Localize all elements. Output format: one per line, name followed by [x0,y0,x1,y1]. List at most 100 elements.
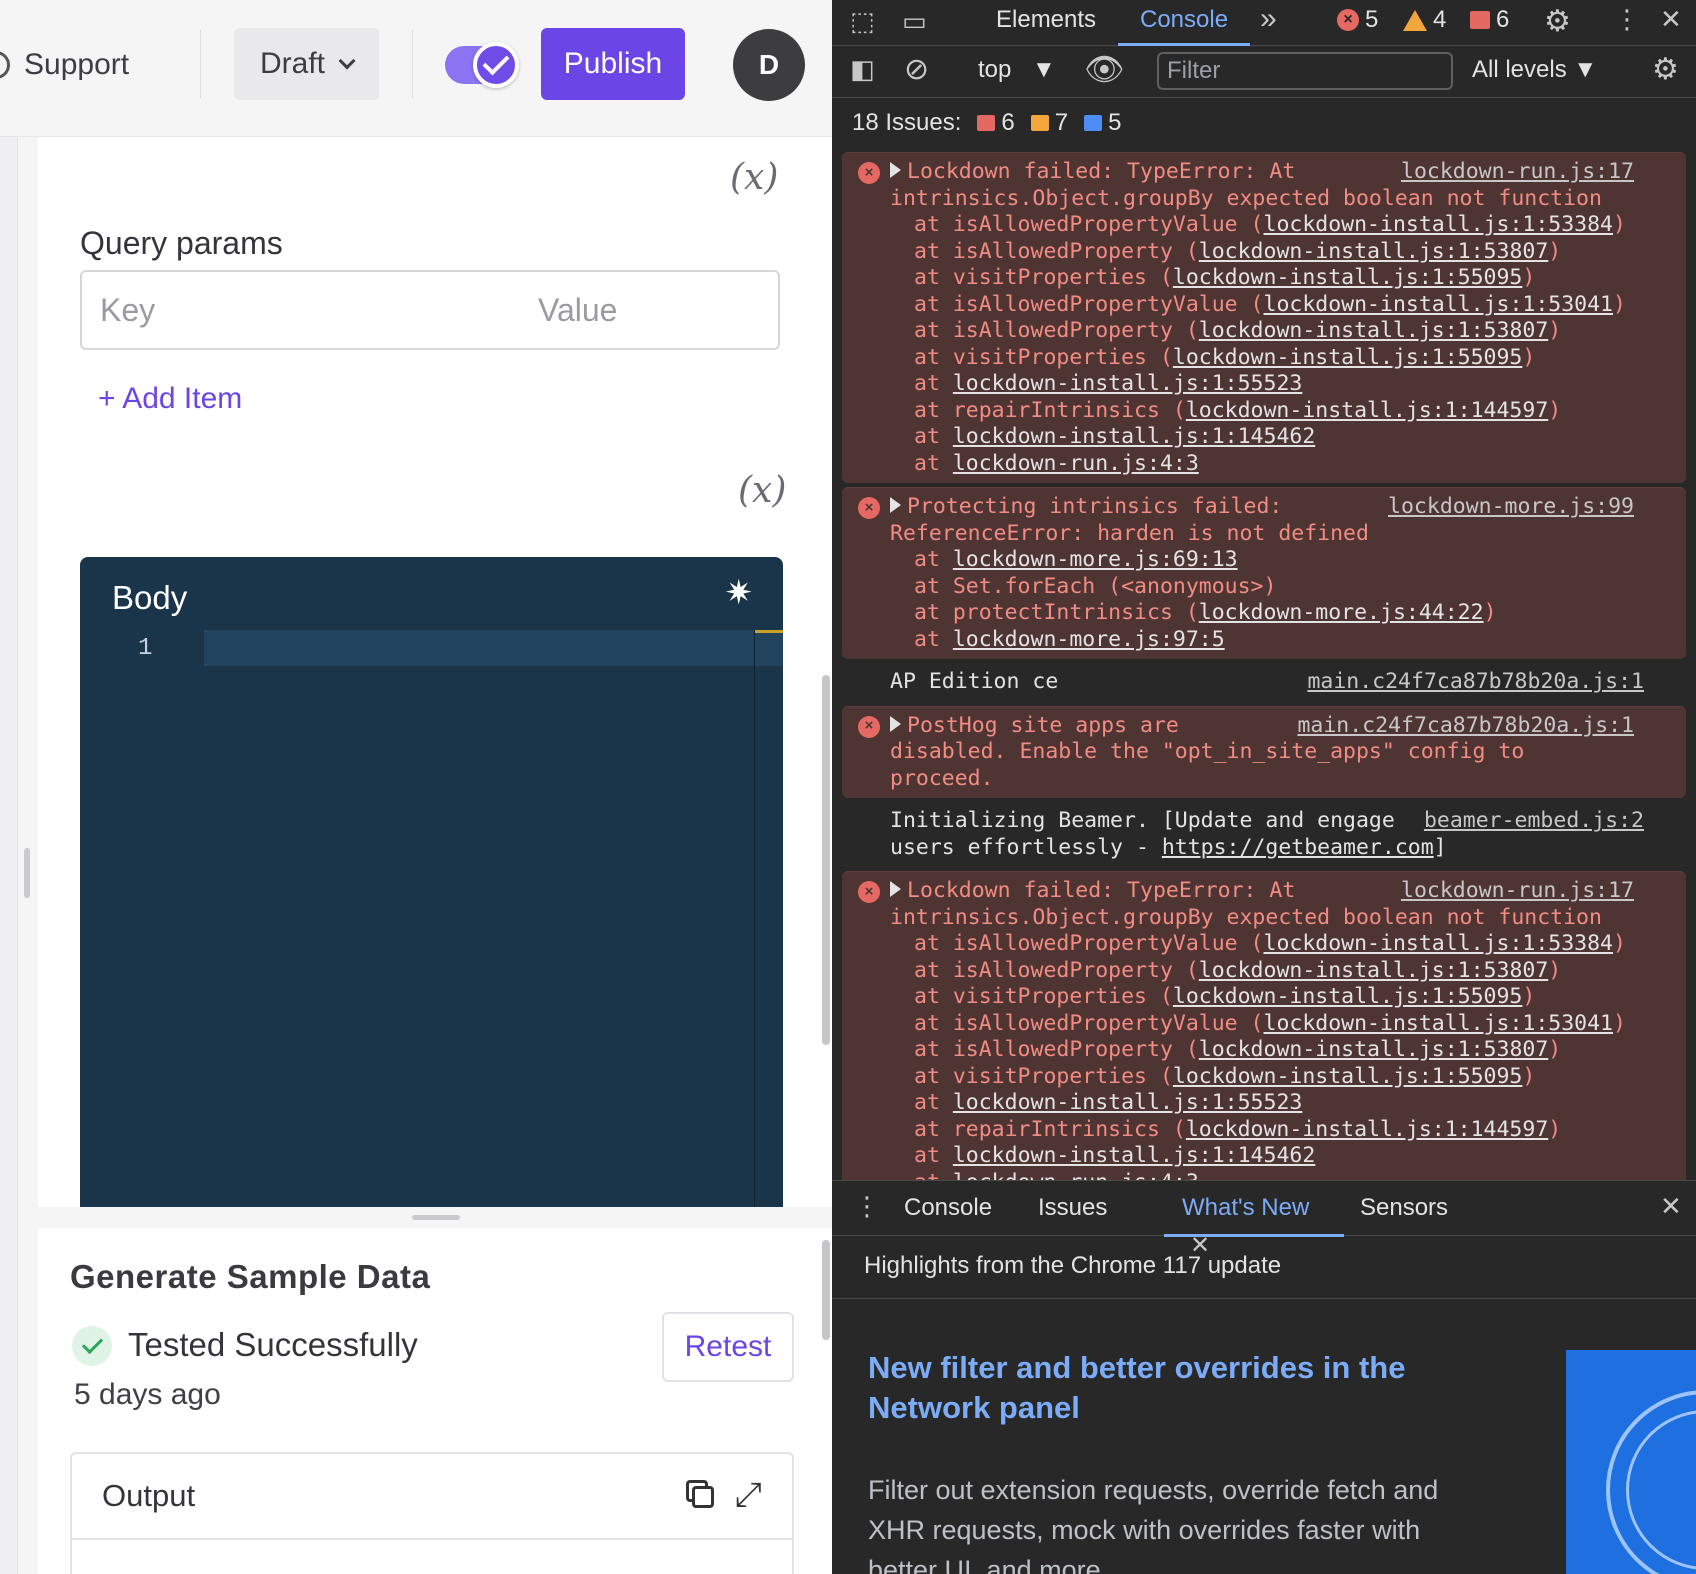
frame-source-link[interactable]: lockdown-more.js:69:13 [953,547,1238,572]
warning-counter[interactable]: 4 [1403,6,1446,34]
more-tabs-icon[interactable]: » [1260,2,1277,36]
expand-arrow-icon[interactable] [890,497,901,513]
frame-source-link[interactable]: lockdown-more.js:44:22 [1199,600,1484,625]
source-link[interactable]: beamer-embed.js:2 [1424,808,1644,835]
console-filter-input[interactable] [1157,52,1453,90]
article-thumbnail[interactable] [1566,1350,1696,1574]
tab-console[interactable]: Console [1118,0,1251,46]
frame-suffix: ) [1522,984,1536,1009]
more-options-icon[interactable]: ⋮ [1614,4,1640,35]
console-error-message[interactable]: × main.c24f7ca87b78b20a.js:1 PostHog site … [842,705,1686,798]
frame-source-link[interactable]: lockdown-more.js:97:5 [953,627,1225,652]
scrollbar[interactable] [822,675,830,1045]
frame-source-link[interactable]: lockdown-install.js:1:53384 [1264,212,1614,237]
frame-source-link[interactable]: lockdown-install.js:1:55095 [1173,345,1523,370]
frame-source-link[interactable]: lockdown-install.js:1:53041 [1264,1011,1614,1036]
frame-source-link[interactable]: lockdown-install.js:1:145462 [953,424,1315,449]
issues-counter[interactable]: 6 [1470,6,1509,34]
frame-source-link[interactable]: lockdown-install.js:1:55523 [953,1090,1303,1115]
stack-frame: at Set.forEach (<anonymous>) [890,574,1634,601]
device-toolbar-icon[interactable]: ▭ [902,6,927,37]
frame-source-link[interactable]: lockdown-install.js:1:53384 [1264,931,1614,956]
log-levels-dropdown[interactable]: All levels ▼ [1472,56,1597,84]
whats-new-article-title[interactable]: New filter and better overrides in the N… [868,1348,1468,1428]
console-error-message[interactable]: × lockdown-run.js:17 Lockdown failed: Type… [842,152,1686,483]
frame-suffix: ) [1548,238,1562,264]
frame-source-link[interactable]: lockdown-install.js:1:144597 [1186,398,1548,423]
console-log-message[interactable]: beamer-embed.js:2 Initializing Beamer. [U… [832,802,1696,867]
clear-console-icon[interactable]: ⊘ [904,52,929,87]
inspect-element-icon[interactable]: ⬚ [850,6,875,37]
frame-source-link[interactable]: lockdown-install.js:1:53807 [1199,958,1549,983]
frame-source-link[interactable]: lockdown-run.js:4:3 [953,451,1199,476]
source-link[interactable]: lockdown-run.js:17 [1401,159,1634,186]
panel-resize-handle[interactable] [24,848,30,898]
sidebar-toggle-icon[interactable]: ◧ [850,54,875,85]
source-link[interactable]: lockdown-run.js:17 [1401,878,1634,905]
error-counter[interactable]: × 5 [1337,6,1378,34]
message-text-suffix: ] [1433,834,1447,860]
scrollbar[interactable] [822,1240,830,1340]
expand-arrow-icon[interactable] [890,881,901,897]
message-link[interactable]: https://getbeamer.com [1162,835,1434,860]
frame-source-link[interactable]: lockdown-install.js:1:55523 [953,371,1303,396]
frame-function: at [914,1090,953,1115]
publish-button[interactable]: Publish [541,28,685,100]
frame-source-link[interactable]: lockdown-install.js:1:145462 [953,1143,1315,1168]
add-item-button[interactable]: + Add Item [98,382,242,416]
frame-source-link[interactable]: lockdown-install.js:1:144597 [1186,1117,1548,1142]
frame-source-link[interactable]: lockdown-run.js:4:3 [953,1170,1199,1181]
frame-source-link[interactable]: lockdown-install.js:1:53807 [1199,318,1549,343]
frame-suffix: ) [1522,1063,1536,1089]
tab-elements[interactable]: Elements [996,0,1096,46]
drawer-tab-whats-new[interactable]: What's New ✕ [1164,1189,1344,1259]
close-drawer-icon[interactable]: ✕ [1660,1191,1682,1222]
cursor-marker [755,630,783,633]
frame-source-link[interactable]: lockdown-install.js:1:55095 [1173,265,1523,290]
levels-label: All levels [1472,56,1567,83]
support-link[interactable]: Support [0,40,129,90]
source-link[interactable]: main.c24f7ca87b78b20a.js:1 [1307,669,1644,696]
error-count: 5 [1365,6,1379,33]
close-icon[interactable]: ✕ [1660,4,1682,35]
console-error-message[interactable]: × lockdown-run.js:17 Lockdown failed: Type… [842,871,1686,1180]
source-link[interactable]: main.c24f7ca87b78b20a.js:1 [1297,713,1634,740]
live-expression-eye-icon[interactable]: 👁 [1084,50,1125,88]
insert-variable-button[interactable]: (x) [730,157,778,198]
context-select[interactable]: top ▼ [978,56,1056,84]
expand-icon[interactable]: ⤢ [735,1476,762,1515]
value-input[interactable] [520,272,832,348]
version-dropdown[interactable]: Draft [234,28,379,100]
stack-frame: at lockdown-more.js:97:5 [890,627,1634,654]
query-params-label: Query params [80,225,283,261]
frame-source-link[interactable]: lockdown-install.js:1:53041 [1264,292,1614,317]
frame-source-link[interactable]: lockdown-install.js:1:53807 [1199,1037,1549,1062]
stack-frame: at repairIntrinsics (lockdown-install.js… [890,1117,1634,1144]
retest-button[interactable]: Retest [662,1312,794,1382]
frame-source-link[interactable]: lockdown-install.js:1:53807 [1199,239,1549,264]
stack-frame: at isAllowedProperty (lockdown-install.j… [890,1037,1634,1064]
frame-source-link[interactable]: lockdown-install.js:1:55095 [1173,1064,1523,1089]
draft-label: Draft [259,47,325,80]
sparkle-icon[interactable]: ✷ [725,573,754,613]
expand-arrow-icon[interactable] [890,715,901,732]
frame-source-link[interactable]: lockdown-install.js:1:55095 [1173,984,1523,1009]
console-log-message[interactable]: main.c24f7ca87b78b20a.js:1 AP Edition ce [832,663,1696,702]
body-code-editor[interactable]: Body ✷ 1 [80,557,783,1207]
expand-arrow-icon[interactable] [890,162,901,178]
settings-gear-icon[interactable]: ⚙ [1544,4,1571,39]
key-input[interactable] [82,272,520,348]
drawer-tab-sensors[interactable]: Sensors [1360,1189,1448,1237]
drawer-menu-icon[interactable]: ⋮ [854,1191,880,1222]
source-link[interactable]: lockdown-more.js:99 [1388,494,1634,521]
drawer-tab-issues[interactable]: Issues [1038,1189,1107,1237]
issues-summary[interactable]: 18 Issues: 6 7 5 [832,98,1696,148]
insert-variable-button[interactable]: (x) [738,470,786,511]
section-resize-handle[interactable] [412,1215,460,1220]
avatar[interactable]: D [733,29,805,101]
drawer-tab-console[interactable]: Console [904,1189,992,1237]
enable-toggle[interactable] [445,42,519,88]
console-error-message[interactable]: × lockdown-more.js:99 Protecting intrinsic… [842,487,1686,659]
console-settings-gear-icon[interactable]: ⚙ [1652,52,1679,87]
copy-icon[interactable] [686,1480,714,1508]
